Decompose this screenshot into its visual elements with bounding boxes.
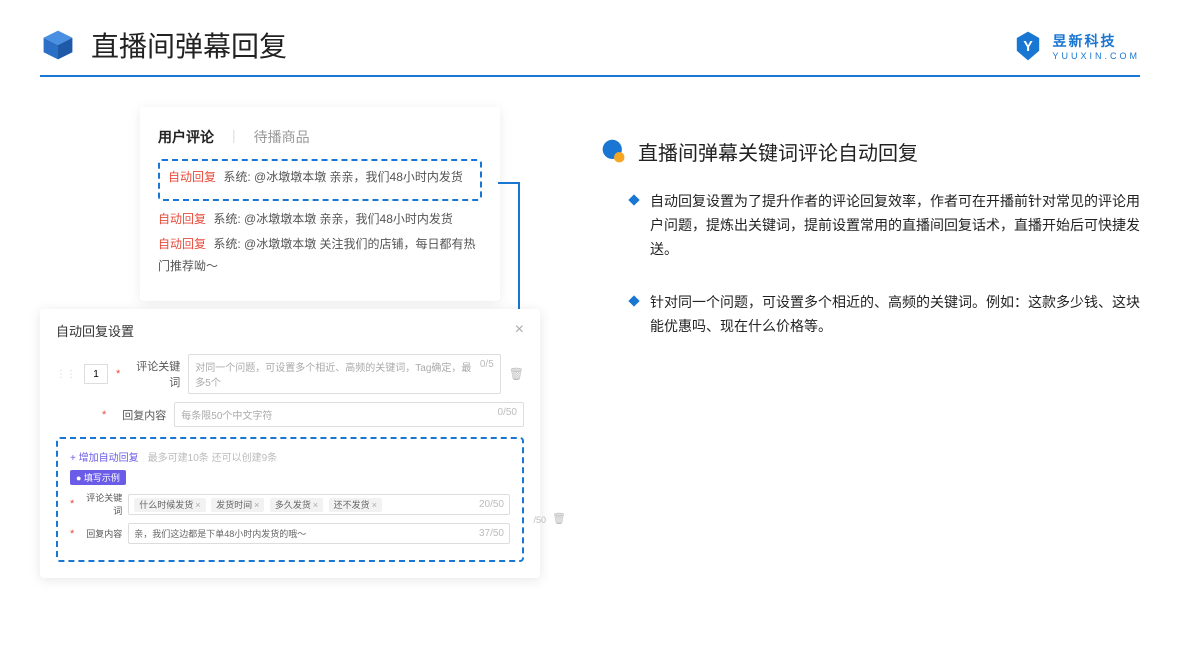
bullet-item: 针对同一个问题，可设置多个相近的、高频的关键词。例如：这款多少钱、这块能优惠吗、… — [600, 291, 1140, 339]
dialog-title: 自动回复设置 — [56, 321, 134, 340]
screenshot-column: 用户评论 | 待播商品 自动回复 系统: @冰墩墩本墩 亲亲，我们48小时内发货… — [40, 107, 540, 578]
required-star: * — [70, 528, 74, 540]
close-icon[interactable]: × — [515, 321, 524, 340]
brand-name: 昱新科技 — [1052, 31, 1140, 51]
keyword-chip[interactable]: 发货时间× — [211, 498, 264, 512]
ex-content-input[interactable]: 亲，我们这边都是下单48小时内发货的哦～ 37/50 — [128, 523, 510, 544]
bullet-item: 自动回复设置为了提升作者的评论回复效率，作者可在开播前针对常见的评论用户问题，提… — [600, 190, 1140, 261]
keyword-chip[interactable]: 多久发货× — [270, 498, 323, 512]
ex-keyword-input[interactable]: 什么时候发货× 发货时间× 多久发货× 还不发货× 20/50 — [128, 494, 510, 515]
brand-logo-icon: Y — [1012, 30, 1044, 62]
example-badge: ● 填写示例 — [70, 470, 126, 485]
ex-content-value: 亲，我们这边都是下单48小时内发货的哦～ — [134, 527, 479, 540]
keyword-input[interactable]: 对同一个问题，可设置多个相近、高频的关键词，Tag确定，最多5个 0/5 — [188, 354, 500, 394]
content-input[interactable]: 每条限50个中文字符 0/50 — [174, 402, 524, 427]
add-hint: 最多可建10条 还可以创建9条 — [148, 453, 277, 464]
auto-reply-badge: 自动回复 — [158, 212, 206, 226]
connector-line — [498, 182, 518, 184]
comment-row: 自动回复 系统: @冰墩墩本墩 关注我们的店铺，每日都有热门推荐呦～ — [158, 234, 482, 277]
keyword-chip[interactable]: 还不发货× — [329, 498, 382, 512]
divider — [40, 75, 1140, 77]
diamond-icon — [628, 194, 639, 205]
description-column: 直播间弹幕关键词评论自动回复 自动回复设置为了提升作者的评论回复效率，作者可在开… — [600, 107, 1140, 578]
ex-content-counter: 37/50 — [479, 528, 504, 539]
drag-handle-icon[interactable]: ⋮⋮ — [56, 369, 76, 380]
bullet-text: 自动回复设置为了提升作者的评论回复效率，作者可在开播前针对常见的评论用户问题，提… — [650, 190, 1140, 261]
section-title: 直播间弹幕关键词评论自动回复 — [638, 137, 918, 166]
ex-content-label: 回复内容 — [80, 527, 122, 540]
tab-bar: 用户评论 | 待播商品 — [158, 127, 482, 147]
required-star: * — [102, 409, 106, 421]
brand: Y 昱新科技 YUUXIN.COM — [1012, 30, 1140, 62]
page-title: 直播间弹幕回复 — [91, 25, 287, 65]
add-auto-reply-link[interactable]: + 增加自动回复 — [70, 453, 139, 464]
placeholder-text: 每条限50个中文字符 — [181, 407, 272, 422]
svg-text:Y: Y — [1024, 39, 1034, 55]
brand-url: YUUXIN.COM — [1052, 51, 1140, 61]
example-block: + 增加自动回复 最多可建10条 还可以创建9条 ● 填写示例 * 评论关键词 … — [56, 437, 524, 562]
content-counter: 0/50 — [498, 407, 517, 422]
placeholder-text: 对同一个问题，可设置多个相近、高频的关键词，Tag确定，最多5个 — [195, 359, 480, 389]
tab-pending-goods[interactable]: 待播商品 — [254, 127, 310, 147]
delete-icon[interactable]: 🗑 — [509, 367, 524, 381]
comments-panel: 用户评论 | 待播商品 自动回复 系统: @冰墩墩本墩 亲亲，我们48小时内发货… — [140, 107, 500, 301]
diamond-icon — [628, 296, 639, 307]
bullet-text: 针对同一个问题，可设置多个相近的、高频的关键词。例如：这款多少钱、这块能优惠吗、… — [650, 291, 1140, 339]
highlighted-comment: 自动回复 系统: @冰墩墩本墩 亲亲，我们48小时内发货 — [158, 159, 482, 201]
tab-divider: | — [232, 127, 236, 147]
keyword-label: 评论关键词 — [128, 358, 180, 390]
ex-keyword-counter: 20/50 — [479, 499, 504, 510]
auto-reply-badge: 自动回复 — [158, 237, 206, 251]
outer-counter: /50 — [533, 515, 546, 525]
auto-reply-badge: 自动回复 — [168, 170, 216, 184]
page-header: 直播间弹幕回复 — [0, 0, 1180, 75]
keyword-chip[interactable]: 什么时候发货× — [134, 498, 205, 512]
ex-keyword-label: 评论关键词 — [80, 491, 122, 517]
comment-row: 自动回复 系统: @冰墩墩本墩 亲亲，我们48小时内发货 — [158, 209, 482, 231]
cube-icon — [40, 27, 76, 63]
required-star: * — [116, 368, 120, 380]
comment-text: 系统: @冰墩墩本墩 亲亲，我们48小时内发货 — [213, 212, 453, 226]
auto-reply-settings-dialog: 自动回复设置 × ⋮⋮ * 评论关键词 对同一个问题，可设置多个相近、高频的关键… — [40, 309, 540, 578]
chat-bubble-icon — [600, 138, 628, 166]
keyword-counter: 0/5 — [480, 359, 494, 389]
index-input[interactable] — [84, 364, 108, 384]
comment-text: 系统: @冰墩墩本墩 亲亲，我们48小时内发货 — [223, 170, 463, 184]
required-star: * — [70, 498, 74, 510]
tab-user-comments[interactable]: 用户评论 — [158, 127, 214, 147]
delete-icon[interactable]: 🗑 — [552, 512, 566, 525]
content-label: 回复内容 — [114, 407, 166, 423]
